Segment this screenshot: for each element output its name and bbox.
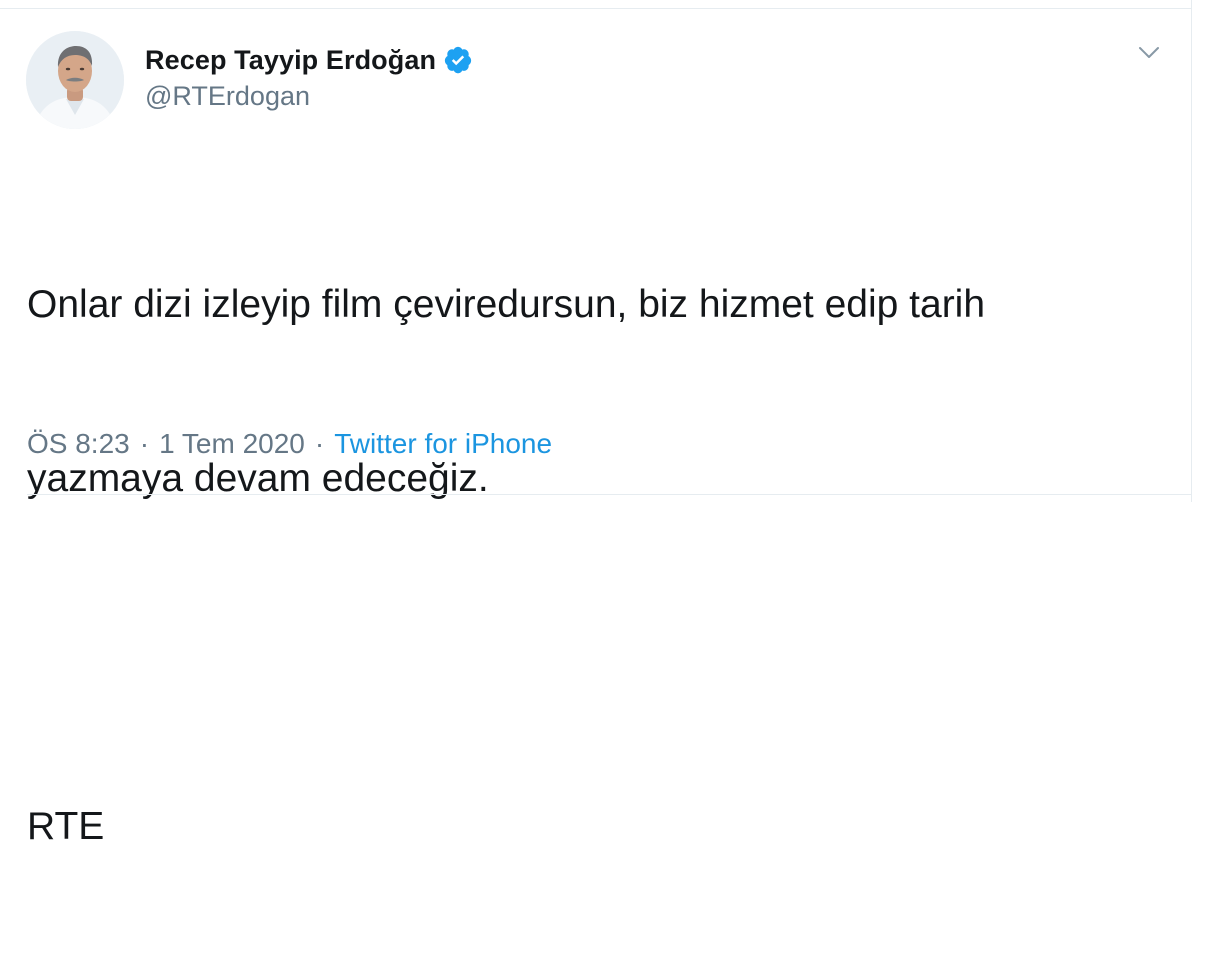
meta-separator: ·	[314, 428, 325, 459]
avatar[interactable]	[26, 31, 124, 129]
meta-separator: ·	[139, 428, 150, 459]
tweet-card: Recep Tayyip Erdoğan @RTErdogan Onlar di…	[0, 0, 1216, 848]
tweet-meta: ÖS 8:23 · 1 Tem 2020 · Twitter for iPhon…	[27, 428, 552, 460]
display-name[interactable]: Recep Tayyip Erdoğan	[145, 45, 436, 76]
tweet-text-gap	[27, 624, 1177, 682]
avatar-image	[26, 31, 124, 129]
tweet-text: Onlar dizi izleyip film çeviredursun, bi…	[27, 160, 1177, 972]
right-divider	[1191, 0, 1192, 502]
chevron-down-icon[interactable]	[1134, 40, 1164, 64]
user-handle[interactable]: @RTErdogan	[145, 81, 310, 112]
tweet-signature: RTE	[27, 805, 105, 848]
tweet-text-line: Onlar dizi izleyip film çeviredursun, bi…	[27, 283, 986, 326]
tweet-source-link[interactable]: Twitter for iPhone	[334, 428, 552, 460]
verified-badge-icon	[443, 45, 473, 75]
bottom-divider	[27, 494, 1192, 495]
tweet-time[interactable]: ÖS 8:23	[27, 428, 130, 460]
top-divider	[0, 8, 1192, 9]
tweet-date[interactable]: 1 Tem 2020	[159, 428, 305, 460]
name-row: Recep Tayyip Erdoğan	[145, 42, 473, 78]
